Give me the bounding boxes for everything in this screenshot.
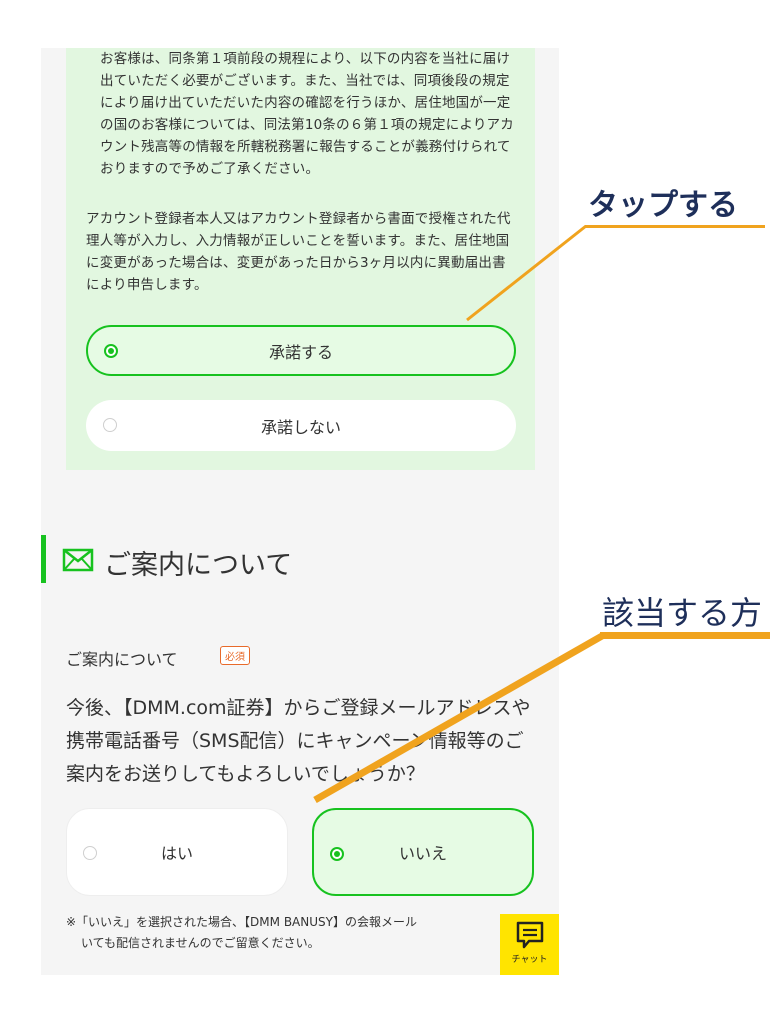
tap-pointer-line — [466, 224, 587, 322]
annotation-applicable: 該当する方 — [602, 594, 763, 632]
annotation-lines — [313, 224, 604, 804]
applicable-pointer-line — [313, 632, 604, 804]
tap-underline — [585, 225, 765, 228]
annotation-tap: タップする — [588, 188, 738, 223]
